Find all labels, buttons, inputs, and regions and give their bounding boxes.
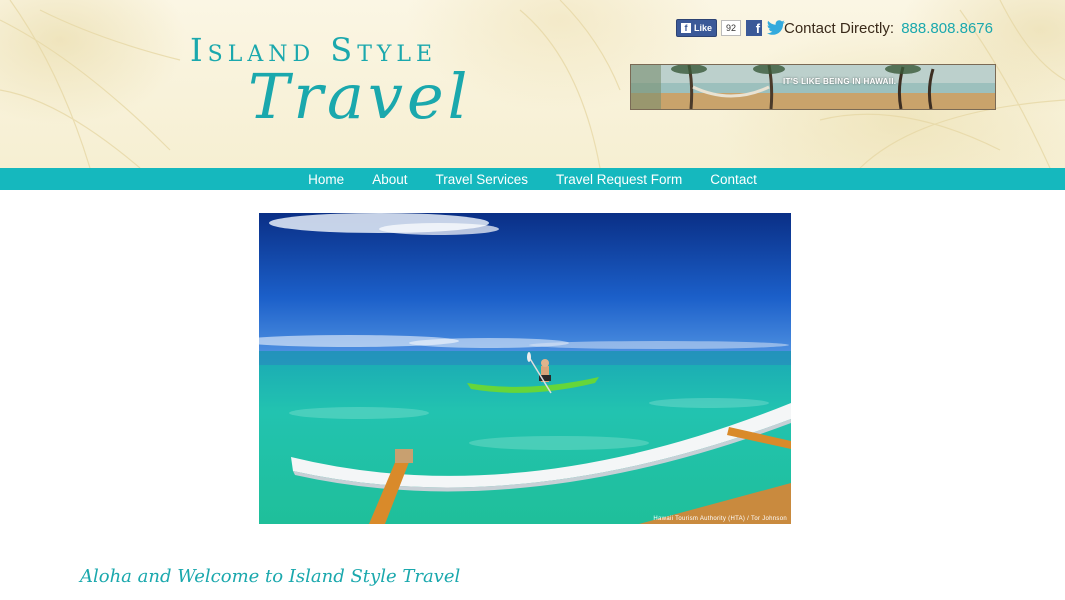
banner-image	[631, 65, 995, 109]
kayak-ocean-photo	[259, 213, 791, 524]
photo-credit: Hawaii Tourism Authority (HTA) / Tor Joh…	[653, 516, 787, 522]
hawaii-banner-ad[interactable]: IT'S LIKE BEING IN HAWAII.	[630, 64, 996, 110]
facebook-icon[interactable]: f	[746, 20, 763, 36]
welcome-heading: Aloha and Welcome to Island Style Travel	[80, 566, 461, 587]
nav-item-about[interactable]: About	[372, 172, 407, 187]
banner-tagline: IT'S LIKE BEING IN HAWAII.	[783, 77, 897, 86]
like-count-badge: 92	[721, 20, 742, 36]
contact-info: Contact Directly: 888.808.8676	[784, 20, 993, 37]
facebook-like-button[interactable]: f Like	[676, 19, 718, 37]
nav-item-travel-request-form[interactable]: Travel Request Form	[556, 172, 682, 187]
site-header: Island Style Travel f Like 92 f Contact …	[0, 0, 1065, 168]
facebook-f-icon: f	[681, 23, 691, 33]
contact-label: Contact Directly:	[784, 20, 895, 37]
contact-phone[interactable]: 888.808.8676	[901, 20, 993, 37]
logo-wordmark-script[interactable]: Travel	[248, 62, 472, 132]
hero-image: Hawaii Tourism Authority (HTA) / Tor Joh…	[259, 213, 791, 524]
like-label: Like	[694, 23, 713, 33]
nav-item-travel-services[interactable]: Travel Services	[435, 172, 528, 187]
main-navigation: Home About Travel Services Travel Reques…	[0, 168, 1065, 190]
nav-item-contact[interactable]: Contact	[710, 172, 757, 187]
social-links: f Like 92 f	[676, 18, 786, 38]
nav-item-home[interactable]: Home	[308, 172, 344, 187]
